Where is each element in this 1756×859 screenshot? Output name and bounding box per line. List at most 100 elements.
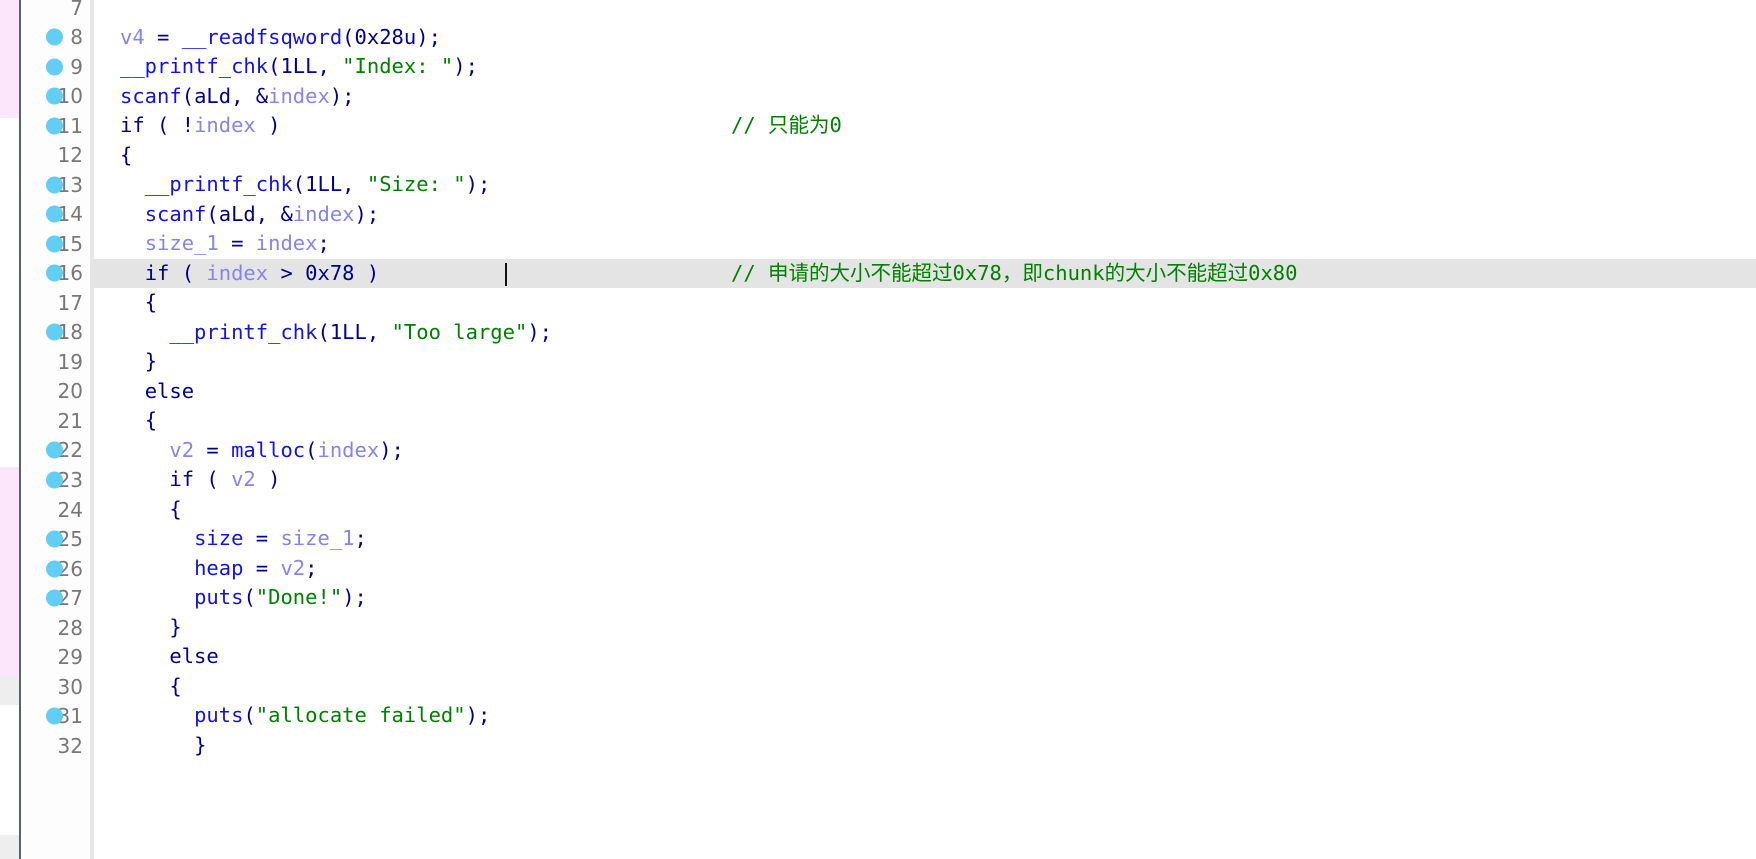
breakpoint-dot-icon[interactable] — [46, 87, 63, 105]
gutter-row[interactable]: 15 — [21, 229, 90, 259]
code-line[interactable]: if ( v2 ) — [94, 465, 1756, 495]
breakpoint-dot-icon[interactable] — [46, 28, 63, 46]
line-number: 28 — [57, 615, 83, 640]
code-token-str: "Too large" — [391, 319, 528, 344]
code-line[interactable]: v2 = malloc(index); — [94, 436, 1756, 466]
gutter-row[interactable]: 23 — [21, 465, 90, 495]
breakpoint-dot-icon[interactable] — [46, 205, 63, 223]
gutter-row[interactable]: 31 — [21, 701, 90, 731]
gutter-row[interactable]: 14 — [21, 200, 90, 230]
code-token-punc: ( — [292, 172, 306, 197]
gutter-row[interactable]: 22 — [21, 436, 90, 466]
gutter-row[interactable]: 32 — [21, 731, 90, 761]
code-token-loc: size_1 — [280, 526, 355, 551]
code-line[interactable]: { — [94, 141, 1756, 171]
gutter-row[interactable]: 29 — [21, 642, 90, 672]
code-line[interactable]: { — [94, 672, 1756, 702]
breakpoint-dot-icon[interactable] — [46, 323, 63, 341]
gutter-row[interactable]: 7 — [21, 0, 90, 23]
code-line[interactable]: } — [94, 347, 1756, 377]
code-token-fn: scanf — [144, 201, 207, 226]
breakpoint-dot-icon[interactable] — [46, 117, 63, 135]
gutter-row[interactable]: 13 — [21, 170, 90, 200]
code-token-punc: ; — [305, 555, 318, 580]
code-token-punc: ; — [317, 231, 330, 256]
code-line[interactable]: size = size_1; — [94, 524, 1756, 554]
breakpoint-dot-icon[interactable] — [46, 441, 63, 459]
code-line[interactable]: __printf_chk(1LL, "Too large"); — [94, 318, 1756, 348]
gutter-row[interactable]: 26 — [21, 554, 90, 584]
breakpoint-dot-icon[interactable] — [46, 235, 63, 253]
gutter-row[interactable]: 9 — [21, 52, 90, 82]
breakpoint-dot-icon[interactable] — [46, 530, 63, 548]
code-token-punc: ( — [268, 54, 281, 79]
line-number: 19 — [57, 349, 83, 374]
code-token-punc: } — [194, 732, 207, 757]
gutter-row[interactable]: 21 — [21, 406, 90, 436]
gutter-row[interactable]: 19 — [21, 347, 90, 377]
code-token-punc: ( — [206, 201, 219, 226]
gutter-row[interactable]: 8 — [21, 23, 90, 53]
code-token-punc: { — [169, 496, 182, 521]
navstrip-segment — [0, 705, 19, 835]
code-line[interactable]: __printf_chk(1LL, "Index: "); — [94, 52, 1756, 82]
navigation-change-strip[interactable] — [0, 0, 19, 859]
code-token-loc: index — [255, 231, 318, 256]
code-token-punc: ); — [379, 437, 404, 462]
code-token-punc: ( — [181, 83, 195, 108]
gutter-row[interactable]: 17 — [21, 288, 90, 318]
gutter-row[interactable]: 18 — [21, 318, 90, 348]
pseudocode-editor: 7 8 9 10 11 12 13 14 15 16 17 18 19 20 21 22 23 24 25 26 27 2… — [0, 0, 1756, 859]
code-line[interactable]: } — [94, 613, 1756, 643]
gutter-row[interactable]: 12 — [21, 141, 90, 171]
code-line[interactable]: scanf(aLd, &index); — [94, 82, 1756, 112]
breakpoint-dot-icon[interactable] — [46, 176, 63, 194]
code-line[interactable]: puts("Done!"); — [94, 583, 1756, 613]
code-token-loc: index — [194, 113, 256, 138]
code-comment: // 申请的大小不能超过0x78，即chunk的大小不能超过0x80 — [731, 260, 1298, 285]
line-number: 21 — [57, 408, 83, 433]
code-line[interactable]: if ( !index ) // 只能为0 — [94, 111, 1756, 141]
code-line[interactable]: else — [94, 377, 1756, 407]
code-token-loc: index — [268, 83, 330, 108]
code-line[interactable]: if ( index > 0x78 ) // 申请的大小不能超过0x78，即chu… — [94, 258, 1756, 289]
line-number-gutter[interactable]: 7 8 9 10 11 12 13 14 15 16 17 18 19 20 21 22 23 24 25 26 27 2… — [21, 0, 90, 859]
code-line[interactable]: v4 = __readfsqword(0x28u); — [94, 23, 1756, 53]
breakpoint-dot-icon[interactable] — [46, 560, 63, 578]
code-line[interactable]: scanf(aLd, &index); — [94, 200, 1756, 230]
breakpoint-dot-icon[interactable] — [46, 471, 63, 489]
gutter-row[interactable]: 11 — [21, 111, 90, 141]
gutter-row[interactable]: 24 — [21, 495, 90, 525]
code-line[interactable] — [94, 0, 1756, 23]
code-token-loc: v4 — [120, 24, 145, 49]
code-token-punc: ); — [465, 172, 491, 197]
breakpoint-dot-icon[interactable] — [46, 589, 63, 607]
code-token-num: 1LL — [305, 172, 343, 197]
gutter-row[interactable]: 10 — [21, 82, 90, 112]
code-pane[interactable]: v4 = __readfsqword(0x28u); __printf_chk(1… — [94, 0, 1756, 859]
code-line[interactable]: puts("allocate failed"); — [94, 701, 1756, 731]
code-line[interactable]: { — [94, 288, 1756, 318]
gutter-row[interactable]: 30 — [21, 672, 90, 702]
breakpoint-dot-icon[interactable] — [46, 707, 63, 725]
gutter-row[interactable]: 16 — [21, 259, 90, 289]
gutter-row[interactable]: 20 — [21, 377, 90, 407]
gutter-row[interactable]: 25 — [21, 524, 90, 554]
code-line[interactable]: { — [94, 406, 1756, 436]
code-line[interactable]: heap = v2; — [94, 554, 1756, 584]
breakpoint-dot-icon[interactable] — [46, 264, 63, 282]
breakpoint-dot-icon[interactable] — [46, 58, 63, 76]
code-line[interactable]: size_1 = index; — [94, 229, 1756, 259]
gutter-row[interactable]: 27 — [21, 583, 90, 613]
code-token-kw: else — [144, 378, 195, 403]
code-line[interactable]: } — [94, 731, 1756, 761]
code-line[interactable]: { — [94, 495, 1756, 525]
code-token-fn: __printf_chk — [120, 54, 269, 79]
code-line[interactable]: else — [94, 642, 1756, 672]
code-line[interactable]: __printf_chk(1LL, "Size: "); — [94, 170, 1756, 200]
gutter-row[interactable]: 28 — [21, 613, 90, 643]
